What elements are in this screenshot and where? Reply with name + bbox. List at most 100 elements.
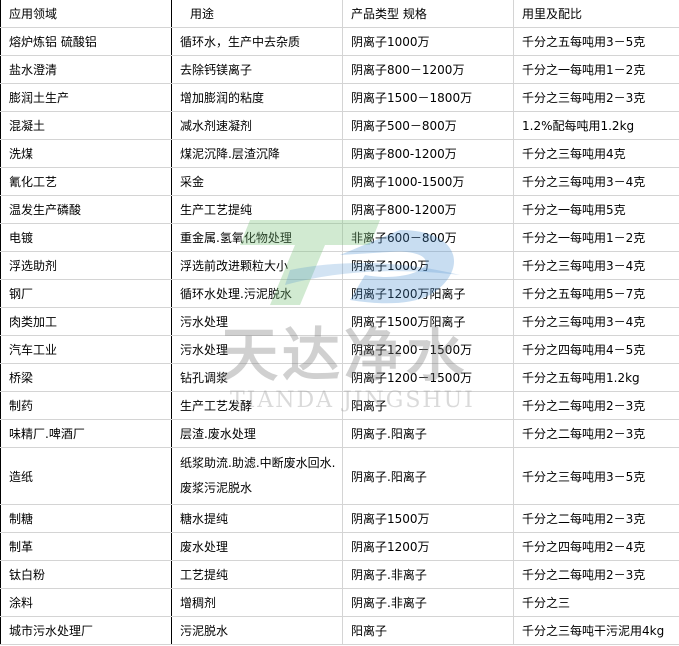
table-row: 钛白粉 工艺提纯 阴离子.非离子 千分之二每吨用2－3克 bbox=[0, 560, 679, 589]
cell-dosage: 1.2%配每吨用1.2kg bbox=[513, 111, 679, 140]
cell-dosage: 千分之三每吨用3－4克 bbox=[513, 251, 679, 280]
cell-usage: 去除钙镁离子 bbox=[171, 55, 343, 84]
table-row: 制糖 糖水提纯 阴离子1500万 千分之二每吨用2－3克 bbox=[0, 504, 679, 533]
cell-product-type: 阴离子.非离子 bbox=[342, 588, 514, 617]
cell-usage: 污泥脱水 bbox=[171, 616, 343, 645]
cell-dosage: 千分之五每吨用3－5克 bbox=[513, 27, 679, 56]
cell-dosage: 千分之三每吨用3－5克 bbox=[513, 447, 679, 505]
cell-application-field: 钢厂 bbox=[0, 279, 172, 308]
header-application-field: 应用领域 bbox=[0, 0, 172, 28]
cell-application-field: 城市污水处理厂 bbox=[0, 616, 172, 645]
header-usage: 用途 bbox=[171, 0, 343, 28]
cell-usage: 增稠剂 bbox=[171, 588, 343, 617]
cell-dosage: 千分之四每吨用4－5克 bbox=[513, 335, 679, 364]
cell-dosage: 千分之五每吨用1.2kg bbox=[513, 363, 679, 392]
cell-product-type: 阴离子1000万 bbox=[342, 27, 514, 56]
cell-usage: 循环水处理.污泥脱水 bbox=[171, 279, 343, 308]
cell-dosage: 千分之三每吨用3－4克 bbox=[513, 167, 679, 196]
cell-application-field: 膨润土生产 bbox=[0, 83, 172, 112]
table-row: 制药 生产工艺发酵 阳离子 千分之二每吨用2－3克 bbox=[0, 391, 679, 420]
cell-product-type: 阴离子1500万阳离子 bbox=[342, 307, 514, 336]
cell-usage: 纸浆助流.助滤.中断废水回水.废浆污泥脱水 bbox=[171, 447, 343, 505]
cell-application-field: 造纸 bbox=[0, 447, 172, 505]
table-row: 电镀 重金属.氢氧化物处理 非离子600－800万 千分之一每吨用1－2克 bbox=[0, 223, 679, 252]
table-row: 混凝土 减水剂速凝剂 阴离子500－800万 1.2%配每吨用1.2kg bbox=[0, 111, 679, 140]
cell-product-type: 阳离子 bbox=[342, 616, 514, 645]
table-row: 城市污水处理厂 污泥脱水 阳离子 千分之三每吨干污泥用4kg bbox=[0, 616, 679, 645]
cell-product-type: 阴离子1200万 bbox=[342, 532, 514, 561]
cell-dosage: 千分之三 bbox=[513, 588, 679, 617]
cell-product-type: 阴离子800-1200万 bbox=[342, 195, 514, 224]
table-row: 氰化工艺 采金 阴离子1000-1500万 千分之三每吨用3－4克 bbox=[0, 167, 679, 196]
cell-application-field: 熔炉炼铝 硫酸铝 bbox=[0, 27, 172, 56]
cell-application-field: 汽车工业 bbox=[0, 335, 172, 364]
cell-application-field: 制药 bbox=[0, 391, 172, 420]
table-row: 造纸 纸浆助流.助滤.中断废水回水.废浆污泥脱水 阴离子.阳离子 千分之三每吨用3－5… bbox=[0, 447, 679, 505]
header-dosage: 用里及配比 bbox=[513, 0, 679, 28]
cell-product-type: 非离子600－800万 bbox=[342, 223, 514, 252]
cell-application-field: 制革 bbox=[0, 532, 172, 561]
cell-dosage: 千分之三每吨用3－4克 bbox=[513, 307, 679, 336]
table-row: 桥梁 钻孔调浆 阴离子1200－1500万 千分之五每吨用1.2kg bbox=[0, 363, 679, 392]
cell-dosage: 千分之二每吨用2－3克 bbox=[513, 560, 679, 589]
cell-dosage: 千分之三每吨用4克 bbox=[513, 139, 679, 168]
table-row: 肉类加工 污水处理 阴离子1500万阳离子 千分之三每吨用3－4克 bbox=[0, 307, 679, 336]
cell-application-field: 钛白粉 bbox=[0, 560, 172, 589]
table-row: 膨润土生产 增加膨润的粘度 阴离子1500－1800万 千分之三每吨用2－3克 bbox=[0, 83, 679, 112]
cell-application-field: 桥梁 bbox=[0, 363, 172, 392]
table-row: 汽车工业 污水处理 阴离子1200－1500万 千分之四每吨用4－5克 bbox=[0, 335, 679, 364]
cell-usage: 废水处理 bbox=[171, 532, 343, 561]
cell-product-type: 阴离子1200－1500万 bbox=[342, 335, 514, 364]
cell-usage: 生产工艺提纯 bbox=[171, 195, 343, 224]
table-row: 浮选助剂 浮选前改进颗粒大小 阴离子1000万 千分之三每吨用3－4克 bbox=[0, 251, 679, 280]
cell-product-type: 阴离子.非离子 bbox=[342, 560, 514, 589]
cell-product-type: 阴离子1500万 bbox=[342, 504, 514, 533]
cell-product-type: 阴离子1000-1500万 bbox=[342, 167, 514, 196]
cell-dosage: 千分之三每吨用2－3克 bbox=[513, 83, 679, 112]
cell-application-field: 浮选助剂 bbox=[0, 251, 172, 280]
cell-usage: 糖水提纯 bbox=[171, 504, 343, 533]
cell-usage: 工艺提纯 bbox=[171, 560, 343, 589]
cell-product-type: 阴离子.阳离子 bbox=[342, 447, 514, 505]
cell-usage: 采金 bbox=[171, 167, 343, 196]
cell-application-field: 肉类加工 bbox=[0, 307, 172, 336]
cell-usage: 减水剂速凝剂 bbox=[171, 111, 343, 140]
table-row: 涂料 增稠剂 阴离子.非离子 千分之三 bbox=[0, 588, 679, 617]
cell-usage: 层渣.废水处理 bbox=[171, 419, 343, 448]
cell-application-field: 洗煤 bbox=[0, 139, 172, 168]
cell-product-type: 阳离子 bbox=[342, 391, 514, 420]
cell-product-type: 阴离子500－800万 bbox=[342, 111, 514, 140]
cell-dosage: 千分之三每吨干污泥用4kg bbox=[513, 616, 679, 645]
cell-dosage: 千分之五每吨用5－7克 bbox=[513, 279, 679, 308]
cell-usage: 煤泥沉降.层渣沉降 bbox=[171, 139, 343, 168]
cell-product-type: 阴离子.阳离子 bbox=[342, 419, 514, 448]
cell-usage: 污水处理 bbox=[171, 335, 343, 364]
table-row: 熔炉炼铝 硫酸铝 循环水，生产中去杂质 阴离子1000万 千分之五每吨用3－5克 bbox=[0, 27, 679, 56]
cell-usage: 污水处理 bbox=[171, 307, 343, 336]
cell-usage: 生产工艺发酵 bbox=[171, 391, 343, 420]
header-product-type: 产品类型 规格 bbox=[342, 0, 514, 28]
table-row: 温发生产磷酸 生产工艺提纯 阴离子800-1200万 千分之一每吨用5克 bbox=[0, 195, 679, 224]
cell-application-field: 氰化工艺 bbox=[0, 167, 172, 196]
cell-usage: 循环水，生产中去杂质 bbox=[171, 27, 343, 56]
table-row: 味精厂.啤酒厂 层渣.废水处理 阴离子.阳离子 千分之二每吨用2－3克 bbox=[0, 419, 679, 448]
cell-application-field: 电镀 bbox=[0, 223, 172, 252]
cell-dosage: 千分之一每吨用1－2克 bbox=[513, 223, 679, 252]
cell-dosage: 千分之一每吨用5克 bbox=[513, 195, 679, 224]
cell-application-field: 味精厂.啤酒厂 bbox=[0, 419, 172, 448]
cell-dosage: 千分之四每吨用2－4克 bbox=[513, 532, 679, 561]
table-row: 洗煤 煤泥沉降.层渣沉降 阴离子800-1200万 千分之三每吨用4克 bbox=[0, 139, 679, 168]
table-row: 制革 废水处理 阴离子1200万 千分之四每吨用2－4克 bbox=[0, 532, 679, 561]
cell-dosage: 千分之二每吨用2－3克 bbox=[513, 391, 679, 420]
cell-product-type: 阴离子800-1200万 bbox=[342, 139, 514, 168]
cell-application-field: 涂料 bbox=[0, 588, 172, 617]
cell-usage: 浮选前改进颗粒大小 bbox=[171, 251, 343, 280]
cell-product-type: 阴离子1200－1500万 bbox=[342, 363, 514, 392]
cell-application-field: 混凝土 bbox=[0, 111, 172, 140]
cell-application-field: 温发生产磷酸 bbox=[0, 195, 172, 224]
cell-product-type: 阴离子1000万 bbox=[342, 251, 514, 280]
cell-application-field: 制糖 bbox=[0, 504, 172, 533]
application-table: 应用领域 用途 产品类型 规格 用里及配比 熔炉炼铝 硫酸铝 循环水，生产中去杂质… bbox=[0, 0, 679, 645]
cell-product-type: 阴离子1500－1800万 bbox=[342, 83, 514, 112]
cell-dosage: 千分之二每吨用2－3克 bbox=[513, 419, 679, 448]
